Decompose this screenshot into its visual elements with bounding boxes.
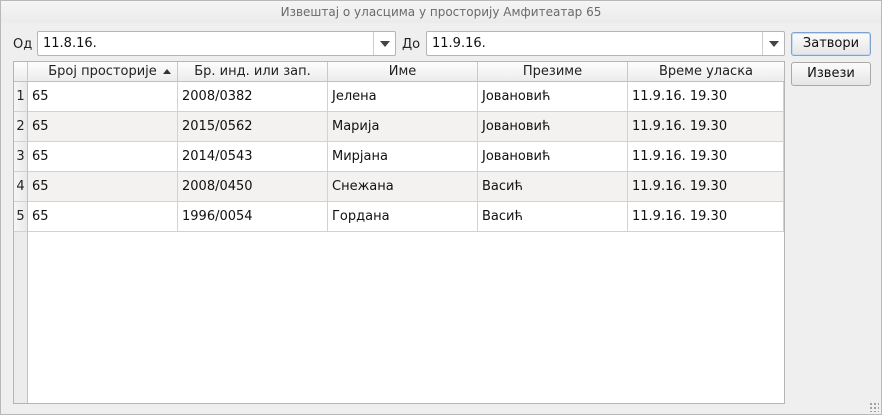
to-date-value[interactable]: 11.9.16. [432, 32, 486, 55]
row-header[interactable]: 4 [14, 172, 28, 202]
export-button[interactable]: Извези [791, 62, 871, 86]
close-button[interactable]: Затвори [791, 32, 871, 56]
row-header[interactable]: 5 [14, 202, 28, 232]
to-date-combo[interactable]: 11.9.16. [426, 31, 785, 56]
cell-entry-time[interactable]: 11.9.16. 19.30 [628, 112, 784, 142]
chevron-down-icon [768, 40, 779, 47]
cell-index[interactable]: 2008/0382 [178, 82, 328, 112]
row-header[interactable]: 3 [14, 142, 28, 172]
cell-room[interactable]: 65 [28, 202, 178, 232]
cell-last-name[interactable]: Јовановић [478, 82, 628, 112]
cell-room[interactable]: 65 [28, 112, 178, 142]
report-window: Извештај о уласцима у просторију Амфитеа… [0, 0, 882, 415]
to-label: До [402, 37, 421, 52]
cell-room[interactable]: 65 [28, 142, 178, 172]
cell-first-name[interactable]: Марија [328, 112, 478, 142]
cell-first-name[interactable]: Снежана [328, 172, 478, 202]
cell-first-name[interactable]: Гордана [328, 202, 478, 232]
window-title: Извештај о уласцима у просторију Амфитеа… [1, 1, 881, 23]
cell-entry-time[interactable]: 11.9.16. 19.30 [628, 82, 784, 112]
from-date-dropdown-button[interactable] [373, 32, 395, 55]
chevron-down-icon [379, 40, 390, 47]
cell-entry-time[interactable]: 11.9.16. 19.30 [628, 142, 784, 172]
cell-index[interactable]: 2015/0562 [178, 112, 328, 142]
cell-entry-time[interactable]: 11.9.16. 19.30 [628, 172, 784, 202]
table-corner[interactable] [14, 62, 28, 82]
cell-room[interactable]: 65 [28, 82, 178, 112]
cell-last-name[interactable]: Васић [478, 202, 628, 232]
from-date-value[interactable]: 11.8.16. [43, 32, 97, 55]
column-header-index[interactable]: Бр. инд. или зап. [178, 62, 328, 82]
column-header-last-name[interactable]: Презиме [478, 62, 628, 82]
cell-room[interactable]: 65 [28, 172, 178, 202]
cell-last-name[interactable]: Јовановић [478, 142, 628, 172]
from-date-combo[interactable]: 11.8.16. [37, 31, 396, 56]
row-header[interactable]: 2 [14, 112, 28, 142]
resize-grip-icon[interactable] [869, 402, 879, 412]
cell-index[interactable]: 2008/0450 [178, 172, 328, 202]
column-header-entry-time[interactable]: Време уласка [628, 62, 784, 82]
sort-ascending-icon [163, 69, 171, 74]
column-header-label: Број просторије [48, 64, 157, 79]
cell-index[interactable]: 2014/0543 [178, 142, 328, 172]
column-header-room[interactable]: Број просторије [28, 62, 178, 82]
to-date-dropdown-button[interactable] [762, 32, 784, 55]
cell-last-name[interactable]: Васић [478, 172, 628, 202]
cell-first-name[interactable]: Јелена [328, 82, 478, 112]
column-header-first-name[interactable]: Име [328, 62, 478, 82]
cell-first-name[interactable]: Мирјана [328, 142, 478, 172]
row-header-area [14, 232, 28, 403]
from-label: Од [13, 37, 33, 52]
cell-entry-time[interactable]: 11.9.16. 19.30 [628, 202, 784, 232]
cell-last-name[interactable]: Јовановић [478, 112, 628, 142]
cell-index[interactable]: 1996/0054 [178, 202, 328, 232]
entries-table[interactable]: Број просторије Бр. инд. или зап. Име Пр… [13, 61, 785, 404]
row-header[interactable]: 1 [14, 82, 28, 112]
